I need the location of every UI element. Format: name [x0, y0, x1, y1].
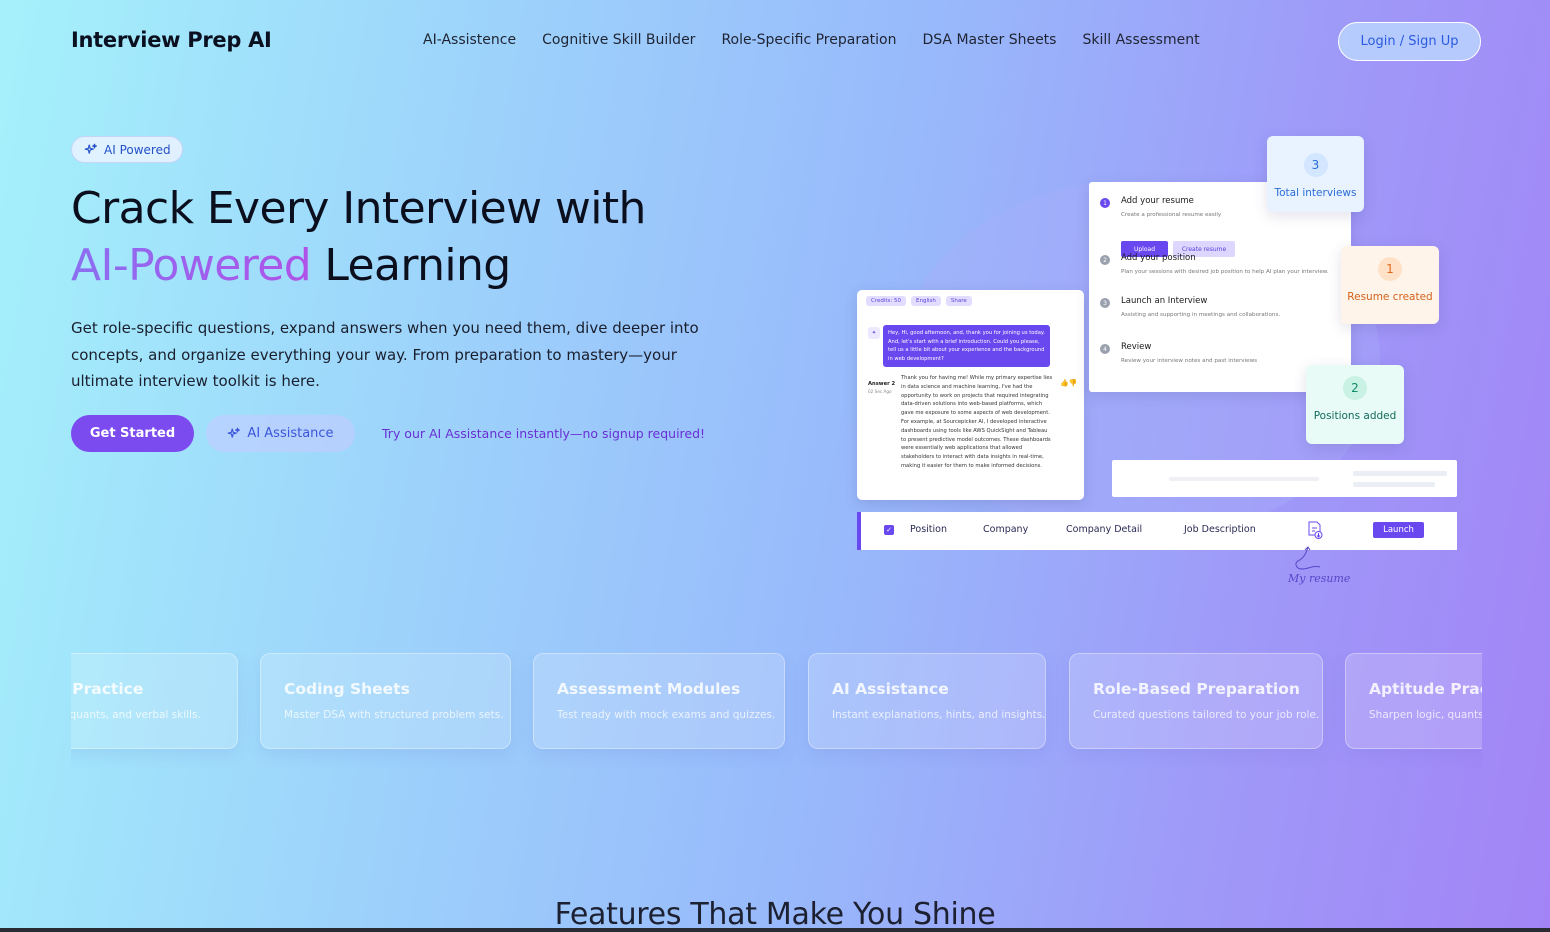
bottom-divider — [0, 928, 1550, 932]
stat-label: Positions added — [1313, 410, 1397, 422]
feature-card[interactable]: Aptitude Practice Sharpen logic, quants,… — [1345, 653, 1482, 749]
column-position: Position — [910, 524, 947, 535]
column-job-description: Job Description — [1184, 524, 1256, 535]
feature-desc: Instant explanations, hints, and insight… — [832, 709, 1046, 721]
main-nav: AI-Assistence Cognitive Skill Builder Ro… — [423, 32, 1226, 48]
feature-desc: Test ready with mock exams and quizzes. — [557, 709, 776, 721]
step-number: 4 — [1100, 344, 1110, 354]
onboarding-steps-card: 1 Add your resume Create a professional … — [1089, 182, 1351, 392]
brand-logo[interactable]: Interview Prep AI — [71, 28, 272, 52]
bot-avatar-icon: ✦ — [868, 327, 880, 339]
step-number: 2 — [1100, 255, 1110, 265]
nav-dsa-master-sheets[interactable]: DSA Master Sheets — [922, 32, 1056, 48]
get-started-button[interactable]: Get Started — [71, 415, 194, 452]
stat-label: Total interviews — [1274, 187, 1357, 199]
nav-skill-assessment[interactable]: Skill Assessment — [1082, 32, 1199, 48]
positions-table-header: ✓ Position Company Company Detail Job De… — [857, 512, 1457, 550]
features-carousel[interactable]: Aptitude Practice Sharpen logic, quants,… — [71, 653, 1482, 768]
ai-powered-badge: AI Powered — [71, 136, 183, 163]
feature-card[interactable]: Assessment Modules Test ready with mock … — [533, 653, 785, 749]
credits-chip: Credits: 50 — [866, 296, 907, 306]
features-heading: Features That Make You Shine — [554, 897, 996, 932]
hero-title-end: Learning — [324, 240, 511, 291]
stat-total-interviews: 3 Total interviews — [1267, 136, 1364, 212]
hero-title-highlight: AI-Powered — [71, 240, 312, 291]
stat-value: 2 — [1343, 376, 1367, 400]
step-number: 1 — [1100, 198, 1110, 208]
feature-card[interactable]: Role-Based Preparation Curated questions… — [1069, 653, 1323, 749]
step-title: Review — [1121, 342, 1152, 352]
thumbs-icon: 👍👎 — [1060, 379, 1078, 387]
feature-desc: Curated questions tailored to your job r… — [1093, 709, 1320, 721]
step-title: Add your position — [1121, 253, 1196, 263]
nav-cognitive-skill-builder[interactable]: Cognitive Skill Builder — [542, 32, 695, 48]
column-company-detail: Company Detail — [1066, 524, 1143, 535]
step-desc: Plan your sessions with desired job posi… — [1121, 269, 1329, 275]
feature-desc: Sharpen logic, quants, and verbal skills… — [71, 709, 201, 721]
feature-card[interactable]: AI Assistance Instant explanations, hint… — [808, 653, 1046, 749]
feature-title: Aptitude Practice — [1369, 680, 1482, 698]
stat-value: 3 — [1303, 153, 1328, 177]
nav-role-specific-preparation[interactable]: Role-Specific Preparation — [721, 32, 896, 48]
launch-button[interactable]: Launch — [1373, 522, 1424, 538]
column-company: Company — [983, 524, 1029, 535]
feature-title: Role-Based Preparation — [1093, 680, 1300, 698]
feature-desc: Master DSA with structured problem sets. — [284, 709, 504, 721]
sparkles-icon — [84, 143, 97, 154]
stat-resume-created: 1 Resume created — [1341, 246, 1439, 324]
feature-title: Coding Sheets — [284, 680, 410, 698]
step-title: Add your resume — [1121, 196, 1194, 206]
stat-positions-added: 2 Positions added — [1306, 365, 1404, 444]
nav-ai-assistence[interactable]: AI-Assistence — [423, 32, 516, 48]
ai-assistance-button[interactable]: AI Assistance — [206, 415, 355, 452]
document-download-icon[interactable] — [1307, 521, 1323, 540]
select-checkbox[interactable]: ✓ — [884, 525, 894, 535]
sparkles-icon — [228, 427, 241, 438]
feature-title: Aptitude Practice — [71, 680, 144, 698]
answer-time: 02 Sec Ago — [868, 389, 892, 394]
step-title: Launch an Interview — [1121, 296, 1208, 306]
feature-card[interactable]: Aptitude Practice Sharpen logic, quants,… — [71, 653, 238, 749]
answer-text: Thank you for having me! While my primar… — [901, 375, 1053, 469]
stat-value: 1 — [1378, 257, 1402, 281]
arrow-doodle-icon — [1295, 546, 1321, 570]
hero-title: Crack Every Interview with AI-Powered Le… — [71, 180, 646, 294]
chat-question-bubble: Hey, Hi, good afternoon, and, thank you … — [883, 325, 1050, 367]
feature-title: Assessment Modules — [557, 680, 741, 698]
feature-card[interactable]: Coding Sheets Master DSA with structured… — [260, 653, 511, 749]
try-ai-assistance-link[interactable]: Try our AI Assistance instantly—no signu… — [382, 426, 705, 441]
share-chip: Share — [945, 296, 972, 306]
login-signup-button[interactable]: Login / Sign Up — [1338, 22, 1481, 61]
language-chip: English — [911, 296, 941, 306]
badge-label: AI Powered — [104, 142, 171, 157]
chat-preview-card: Credits: 50 English Share ✦ Hey, Hi, goo… — [857, 290, 1084, 500]
step-desc: Assisting and supporting in meetings and… — [1121, 312, 1281, 318]
hero-description: Get role-specific questions, expand answ… — [71, 319, 699, 390]
feature-title: AI Assistance — [832, 680, 949, 698]
position-form-preview — [1112, 460, 1457, 497]
step-desc: Review your interview notes and past int… — [1121, 358, 1258, 364]
step-desc: Create a professional resume easily — [1121, 212, 1222, 218]
my-resume-note: My resume — [1288, 572, 1351, 585]
ai-assistance-label: AI Assistance — [247, 426, 334, 441]
answer-label: Answer 2 — [868, 381, 896, 387]
hero-title-line1: Crack Every Interview with — [71, 183, 646, 234]
feature-desc: Sharpen logic, quants, and verbal skills… — [1369, 709, 1482, 721]
step-number: 3 — [1100, 298, 1110, 308]
stat-label: Resume created — [1347, 291, 1433, 303]
